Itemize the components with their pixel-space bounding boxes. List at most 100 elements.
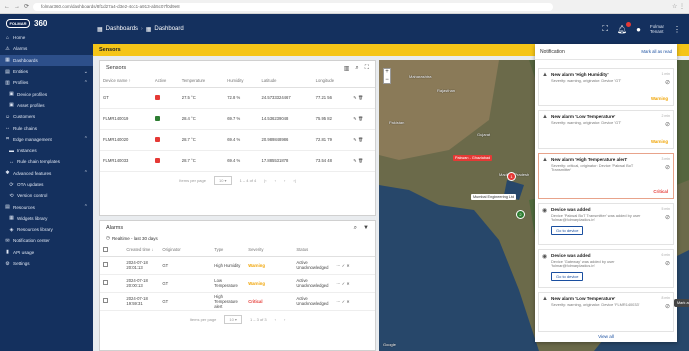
zoom-in-icon[interactable]: + (385, 69, 389, 75)
chevron-icon[interactable]: ⌃ (84, 80, 88, 86)
sidebar-item-widgets-library[interactable]: ▦ Widgets library (0, 213, 93, 224)
back-icon[interactable]: ← (4, 4, 10, 10)
alarm-search-icon[interactable]: ⌕ (354, 225, 357, 232)
table-row[interactable]: FLMR140020 28.7 °C 69.4 % 20.989848986 72.81… (100, 129, 375, 151)
row-checkbox[interactable] (103, 262, 108, 267)
url-bar[interactable]: folmar360.com/dashboards/8f1d27a4-d3e2-4… (33, 2, 554, 11)
view-all-button[interactable]: View all (535, 334, 677, 339)
alarms-prev-page-icon[interactable]: ‹ (275, 317, 276, 322)
clear-icon[interactable]: ✕ (346, 281, 350, 286)
sidebar-item-asset-profiles[interactable]: ▣ Asset profiles (0, 100, 93, 111)
notification-item[interactable]: ▲ New alarm 'Low Temperature' Severity: wa… (538, 292, 674, 332)
table-row[interactable]: 2024-07-18 20:01:13 GT High Humidity Warnin… (100, 256, 375, 275)
sidebar-item-resources-library[interactable]: ◈ Resources library (0, 224, 93, 235)
notification-item[interactable]: ◉ Device was added Device 'Gateway' was ad… (538, 249, 674, 288)
alarms-column-header[interactable]: Severity (245, 244, 294, 257)
extensions-icon[interactable]: ☆ ⋮ (672, 3, 685, 10)
select-all-checkbox[interactable] (103, 246, 108, 252)
sidebar-item-resources[interactable]: ▤ Resources ⌃ (0, 201, 93, 212)
devices-column-header[interactable]: Temperature (178, 75, 225, 88)
chevron-icon[interactable]: ⌄ (84, 69, 88, 75)
sidebar-item-entities[interactable]: ▤ Entities ⌄ (0, 66, 93, 77)
sidebar-item-customers[interactable]: ☺ Customers (0, 111, 93, 122)
notification-item[interactable]: ▲ New alarm 'High Humidity' Severity: warn… (538, 68, 674, 106)
account-icon[interactable]: ● (636, 25, 641, 34)
devices-column-header[interactable]: Device name ↑ (100, 75, 152, 88)
mark-all-read-button[interactable]: Mark all as read (641, 49, 672, 54)
alarm-time-filter[interactable]: ◷ Realtime - last 30 days (100, 235, 375, 244)
sidebar-item-version-control[interactable]: ⟲ Version control (0, 190, 93, 201)
sidebar-item-rule-chain-templates[interactable]: ↔ Rule chain templates (0, 156, 93, 167)
clear-icon[interactable]: ✕ (346, 299, 350, 304)
row-checkbox[interactable] (103, 280, 108, 285)
mark-read-icon[interactable]: ⊘ (665, 79, 670, 86)
sidebar-item-alarms[interactable]: ⚠ Alarms (0, 43, 93, 54)
sidebar-item-ota-updates[interactable]: ⟳ OTA updates (0, 179, 93, 190)
filter-icon[interactable]: ▼ (363, 225, 369, 232)
devices-page-size-select[interactable]: 10 ▾ (213, 176, 232, 185)
fullscreen-icon[interactable]: ⛶ (602, 24, 608, 34)
columns-icon[interactable]: ▥ (344, 65, 350, 72)
sidebar-item-api-usage[interactable]: ▮ API usage (0, 247, 93, 258)
sidebar-item-profiles[interactable]: ▥ Profiles ⌃ (0, 77, 93, 88)
forward-icon[interactable]: → (14, 4, 20, 10)
table-row[interactable]: FLMR140019 28.4 °C 69.7 % 14.536239048 75.95… (100, 108, 375, 130)
mark-read-icon[interactable]: ⊘ (665, 260, 670, 267)
delete-icon[interactable]: 🗑︎ (358, 137, 363, 142)
table-row[interactable]: GT 27.5 °C 72.8 % 24.5733324467 77.21 56 ✎ 🗑︎ (100, 87, 375, 109)
delete-icon[interactable]: 🗑︎ (358, 116, 363, 121)
sidebar-item-instances[interactable]: ▬ Instances (0, 145, 93, 156)
map-marker-active[interactable]: 2 (516, 210, 525, 219)
devices-column-header[interactable]: Latitude (258, 75, 313, 88)
mark-read-icon[interactable]: ⊘ (665, 121, 670, 128)
table-row[interactable]: 2024-07-18 20:00:13 GT Low Temperature Warn… (100, 274, 375, 293)
notification-item[interactable]: ▲ New alarm 'Low Temperature' Severity: wa… (538, 110, 674, 149)
sidebar-item-settings[interactable]: ⚙ Settings (0, 258, 93, 269)
alarms-column-header[interactable]: Type (211, 244, 246, 257)
notification-item[interactable]: ◉ Device was added Device 'Pakwal BoT Tran… (538, 203, 674, 245)
alarms-column-header[interactable]: Created time ↓ (123, 244, 160, 257)
first-page-icon[interactable]: |‹ (264, 178, 266, 183)
sidebar-item-rule-chains[interactable]: ↔ Rule chains (0, 122, 93, 133)
logo[interactable]: FOLMAR 360 (0, 14, 93, 32)
notifications-bell-icon[interactable]: 🔔︎ (617, 21, 632, 34)
mark-read-icon[interactable]: ⊘ (665, 303, 670, 310)
more-vert-icon[interactable]: ⋮ (673, 25, 681, 34)
mark-read-icon[interactable]: ⊘ (665, 214, 670, 221)
last-page-icon[interactable]: ›| (293, 178, 295, 183)
sidebar-item-advanced-features[interactable]: ✱ Advanced features ⌃ (0, 168, 93, 179)
sidebar-item-device-profiles[interactable]: ▣ Device profiles (0, 88, 93, 99)
sidebar-item-notification-center[interactable]: ✉ Notification center (0, 235, 93, 246)
user-info[interactable]: Folmar Tenant (650, 24, 664, 35)
chevron-icon[interactable]: ⌃ (84, 136, 88, 142)
clear-icon[interactable]: ✕ (346, 263, 350, 268)
reload-icon[interactable]: ⟳ (24, 3, 29, 10)
table-row[interactable]: 2024-07-18 19:59:31 GT High Temperature al… (100, 292, 375, 311)
mark-read-icon[interactable]: ⊘ (665, 164, 670, 171)
alarms-column-header[interactable]: Status (293, 244, 334, 257)
devices-column-header[interactable]: Active (151, 75, 179, 88)
alarms-page-size-select[interactable]: 10 ▾ (224, 315, 242, 324)
devices-column-header[interactable]: Humidity (224, 75, 259, 88)
fullscreen-widget-icon[interactable]: ⛶ (365, 65, 369, 72)
sidebar-item-edge-management[interactable]: ⌗ Edge management ⌃ (0, 134, 93, 145)
go-to-device-button[interactable]: Go to device (551, 271, 584, 281)
map-marker-critical[interactable]: 1 (507, 172, 516, 181)
table-row[interactable]: FLMR140033 28.7 °C 69.4 % 17.885531878 73.54… (100, 150, 375, 172)
notification-item[interactable]: ▲ New alarm 'High Temperature alert' Sever… (538, 153, 674, 199)
search-icon[interactable]: ⌕ (355, 65, 358, 72)
alarms-column-header[interactable]: Originator (159, 244, 212, 257)
devices-column-header[interactable]: Longitude (312, 75, 351, 88)
breadcrumb-dashboards[interactable]: Dashboards (106, 26, 138, 32)
prev-page-icon[interactable]: ‹ (275, 178, 276, 183)
chevron-icon[interactable]: ⌃ (84, 170, 88, 176)
next-page-icon[interactable]: › (284, 178, 285, 183)
alarms-next-page-icon[interactable]: › (284, 317, 285, 322)
go-to-device-button[interactable]: Go to device (551, 225, 584, 235)
delete-icon[interactable]: 🗑︎ (358, 158, 363, 163)
sidebar-item-home[interactable]: ⌂ Home (0, 32, 93, 43)
chevron-icon[interactable]: ⌃ (84, 204, 88, 210)
delete-icon[interactable]: 🗑︎ (358, 95, 363, 100)
zoom-out-icon[interactable]: − (385, 77, 389, 83)
row-checkbox[interactable] (103, 298, 108, 303)
